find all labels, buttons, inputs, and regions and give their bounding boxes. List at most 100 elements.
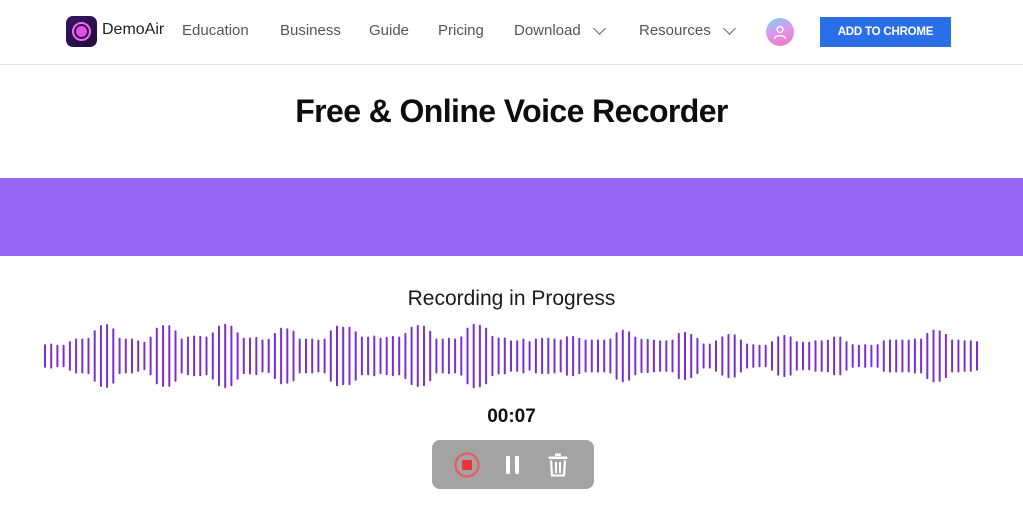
waveform-bar xyxy=(99,325,102,387)
waveform-bar xyxy=(771,341,773,371)
waveform-bar xyxy=(764,344,767,368)
waveform-bar xyxy=(851,344,854,368)
waveform-bar xyxy=(305,338,307,374)
user-icon xyxy=(773,25,787,40)
waveform-bar xyxy=(242,337,245,375)
nav-label: Resources xyxy=(639,22,711,39)
waveform-bar xyxy=(249,337,251,375)
waveform-bar xyxy=(186,336,189,376)
waveform-bar xyxy=(429,330,432,382)
waveform-bar xyxy=(944,333,947,379)
waveform-bar xyxy=(50,343,53,369)
waveform-bar xyxy=(131,338,133,374)
waveform-bar xyxy=(802,341,804,371)
waveform-bar xyxy=(286,328,289,384)
pause-button[interactable] xyxy=(498,450,528,480)
waveform-bar xyxy=(168,325,171,387)
nav-business[interactable]: Business xyxy=(280,22,341,39)
nav-pricing[interactable]: Pricing xyxy=(438,22,484,39)
waveform-bar xyxy=(149,336,152,376)
waveform-bar xyxy=(162,325,165,387)
nav-label: Download xyxy=(514,22,581,39)
waveform-bar xyxy=(211,332,214,380)
waveform-bar xyxy=(435,338,438,374)
waveform-bar xyxy=(677,332,680,380)
waveform-bar xyxy=(739,339,742,373)
nav-guide[interactable]: Guide xyxy=(369,22,409,39)
waveform-bar xyxy=(292,330,295,382)
waveform-bar xyxy=(839,336,842,376)
chevron-down-icon xyxy=(722,21,736,35)
waveform-bar xyxy=(752,344,755,368)
waveform-bar xyxy=(634,336,637,376)
add-to-chrome-button[interactable]: ADD TO CHROME xyxy=(820,17,951,47)
nav-education[interactable]: Education xyxy=(182,22,249,39)
waveform-bar xyxy=(410,326,413,386)
waveform-bar xyxy=(951,339,954,373)
user-avatar[interactable] xyxy=(766,18,794,46)
nav-label: Business xyxy=(280,22,341,39)
nav-label: Guide xyxy=(369,22,410,39)
delete-button[interactable] xyxy=(543,450,573,480)
waveform-bar xyxy=(777,336,780,376)
waveform-bar xyxy=(976,341,978,371)
waveform-bar xyxy=(932,329,935,383)
waveform-bar xyxy=(441,338,444,374)
waveform-bar xyxy=(963,340,966,372)
waveform-bar xyxy=(646,338,649,374)
waveform-bar xyxy=(193,335,196,377)
waveform-bar xyxy=(68,341,71,371)
waveform-bar xyxy=(857,344,860,368)
waveform-bar xyxy=(808,341,811,371)
waveform-bar xyxy=(572,335,575,377)
waveform-bar xyxy=(665,340,668,372)
waveform-bar xyxy=(280,327,283,385)
recording-timer: 00:07 xyxy=(487,406,536,427)
waveform-bar xyxy=(652,339,655,373)
waveform-bar xyxy=(44,344,46,368)
page-title: Free & Online Voice Recorder xyxy=(295,93,728,129)
waveform-bar xyxy=(826,339,829,373)
waveform-bar xyxy=(360,336,363,376)
waveform-bar xyxy=(901,339,904,373)
waveform-bar xyxy=(559,339,562,373)
waveform-bar xyxy=(609,338,612,374)
waveform-bar xyxy=(845,341,848,371)
waveform-bar xyxy=(255,336,258,376)
waveform-bar xyxy=(112,328,115,384)
demoair-logo-icon[interactable] xyxy=(66,16,97,47)
waveform-bar xyxy=(485,327,488,385)
waveform-bar xyxy=(926,332,929,380)
waveform-bar xyxy=(454,338,457,374)
waveform-bar xyxy=(659,340,662,372)
nav-download[interactable]: Download xyxy=(514,21,606,39)
waveform-bar xyxy=(503,337,506,375)
waveform-bar xyxy=(460,336,463,376)
waveform-bar xyxy=(889,339,891,373)
waveform-bar xyxy=(783,334,786,378)
recording-status: Recording in Progress xyxy=(407,287,616,310)
waveform-bar xyxy=(715,340,717,372)
waveform-bar xyxy=(180,338,183,374)
waveform-bar xyxy=(522,338,525,374)
waveform-bar xyxy=(379,337,382,375)
waveform-bar xyxy=(267,338,270,374)
waveform-bar xyxy=(398,336,401,376)
waveform-bar xyxy=(876,344,879,368)
waveform-bar xyxy=(62,344,65,368)
nav-resources[interactable]: Resources xyxy=(639,21,736,39)
waveform-bar xyxy=(93,330,96,382)
brand-name[interactable]: DemoAir xyxy=(102,21,164,39)
waveform-bar xyxy=(416,325,419,387)
waveform-bar xyxy=(230,325,233,387)
waveform-bar xyxy=(336,325,338,387)
waveform-bar xyxy=(516,340,519,372)
waveform-bar xyxy=(385,336,388,376)
waveform-bar xyxy=(733,334,736,378)
waveform-bar xyxy=(671,339,674,373)
waveform-bar xyxy=(541,337,544,375)
stop-button[interactable] xyxy=(452,450,482,480)
waveform-bar xyxy=(273,332,276,380)
waveform-bar xyxy=(81,338,84,374)
waveform-bar xyxy=(957,339,960,373)
